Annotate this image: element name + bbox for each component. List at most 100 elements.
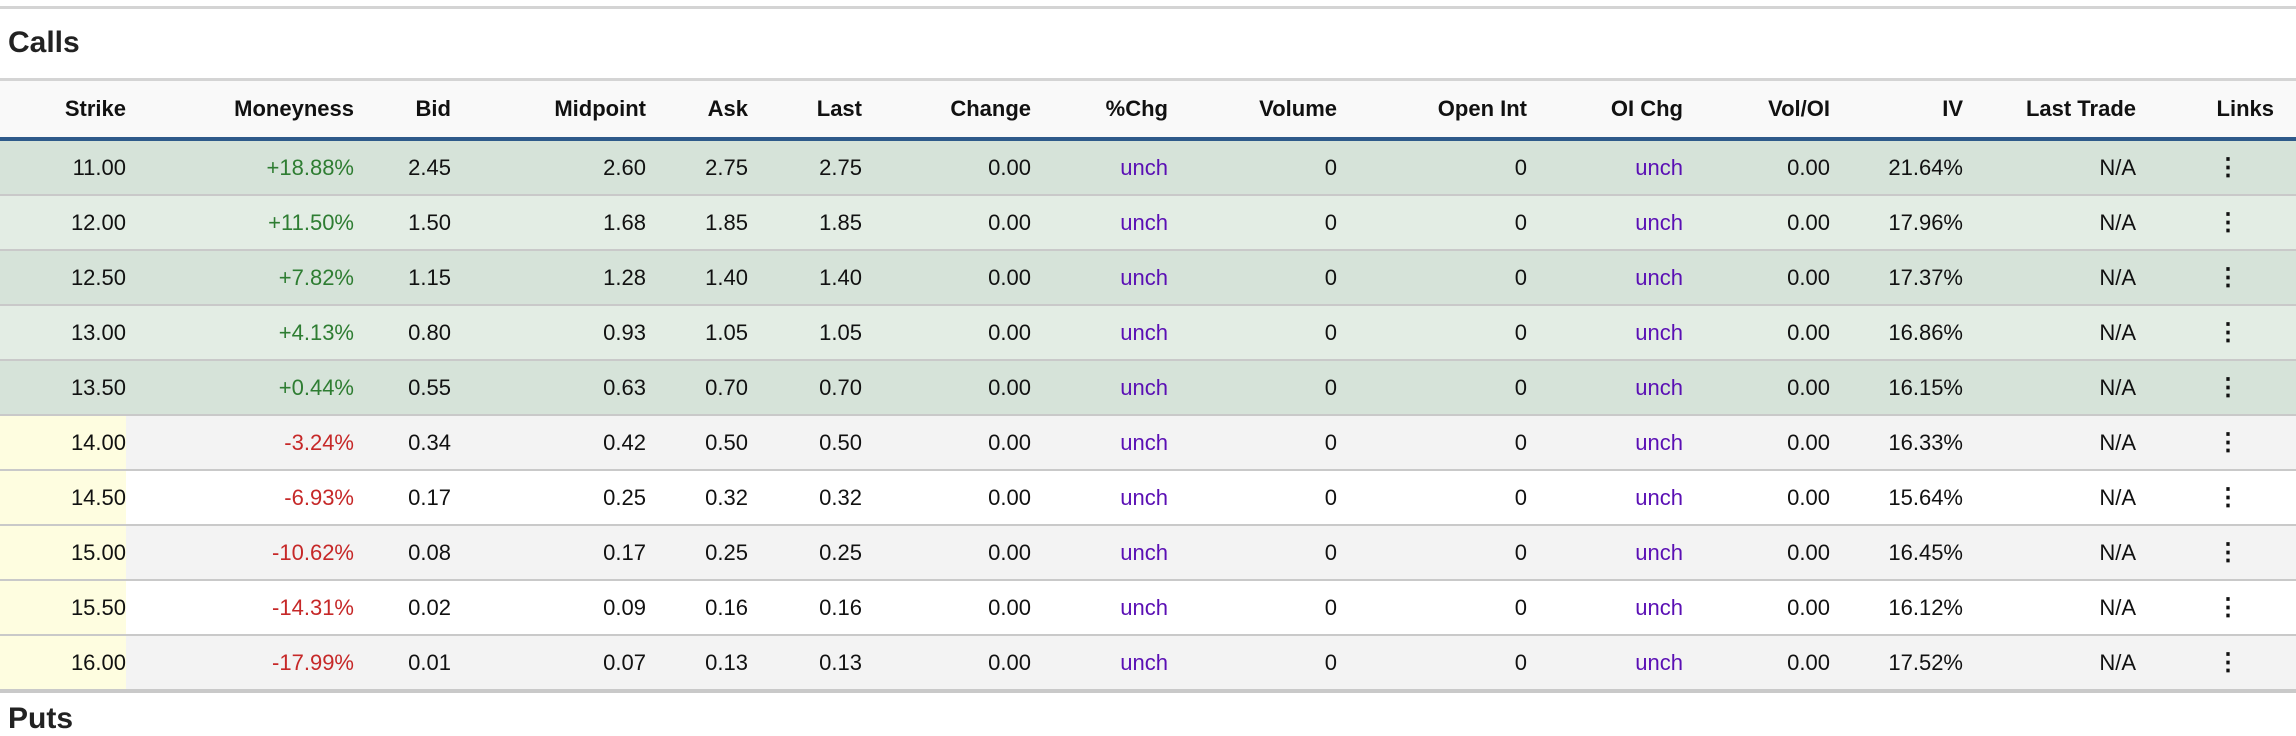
- open-int-cell: 0: [1514, 649, 1527, 675]
- iv-cell: 16.86%: [1888, 319, 1963, 345]
- vol-oi-cell: 0.00: [1787, 209, 1830, 235]
- table-row[interactable]: 15.00 -10.62% 0.08 0.17 0.25 0.25 0.00 unch 0 0 un…: [0, 526, 2296, 581]
- vol-oi-cell: 0.00: [1787, 319, 1830, 345]
- more-vertical-icon[interactable]: ⋮: [2136, 306, 2274, 359]
- strike-cell: 14.00: [0, 416, 126, 469]
- volume-cell: 0: [1324, 319, 1337, 345]
- midpoint-cell: 0.09: [603, 594, 646, 620]
- column-header-open-int[interactable]: Open Int: [1337, 81, 1527, 137]
- pct-change-cell: unch: [1120, 539, 1168, 565]
- more-vertical-icon[interactable]: ⋮: [2136, 416, 2274, 469]
- midpoint-cell: 1.68: [603, 209, 646, 235]
- column-header-pct-change[interactable]: %Chg: [1031, 81, 1168, 137]
- last-cell: 0.25: [819, 539, 862, 565]
- more-vertical-icon[interactable]: ⋮: [2136, 636, 2274, 689]
- more-vertical-icon[interactable]: ⋮: [2136, 471, 2274, 524]
- last-cell: 1.40: [819, 264, 862, 290]
- column-header-last[interactable]: Last: [748, 81, 862, 137]
- last-trade-cell: N/A: [2099, 209, 2136, 235]
- moneyness-cell: +11.50%: [268, 209, 354, 235]
- moneyness-cell: +4.13%: [278, 319, 354, 345]
- column-header-oi-change[interactable]: OI Chg: [1527, 81, 1683, 137]
- vol-oi-cell: 0.00: [1787, 649, 1830, 675]
- strike-cell: 11.00: [72, 154, 126, 180]
- vol-oi-cell: 0.00: [1787, 594, 1830, 620]
- table-row[interactable]: 13.50 +0.44% 0.55 0.63 0.70 0.70 0.00 unch 0 0 unc…: [0, 361, 2296, 416]
- last-trade-cell: N/A: [2099, 484, 2136, 510]
- more-vertical-icon[interactable]: ⋮: [2136, 361, 2274, 414]
- last-trade-cell: N/A: [2099, 539, 2136, 565]
- table-row[interactable]: 14.50 -6.93% 0.17 0.25 0.32 0.32 0.00 unch 0 0 unc…: [0, 471, 2296, 526]
- table-body: 11.00 +18.88% 2.45 2.60 2.75 2.75 0.00 unch 0 0 un…: [0, 141, 2296, 693]
- column-header-moneyness[interactable]: Moneyness: [126, 81, 354, 137]
- column-header-volume[interactable]: Volume: [1168, 81, 1337, 137]
- last-cell: 1.05: [819, 319, 862, 345]
- volume-cell: 0: [1324, 264, 1337, 290]
- table-row[interactable]: 13.00 +4.13% 0.80 0.93 1.05 1.05 0.00 unch 0 0 unc…: [0, 306, 2296, 361]
- open-int-cell: 0: [1514, 594, 1527, 620]
- table-row[interactable]: 12.50 +7.82% 1.15 1.28 1.40 1.40 0.00 unch 0 0 unc…: [0, 251, 2296, 306]
- moneyness-cell: -3.24%: [284, 429, 354, 455]
- vol-oi-cell: 0.00: [1787, 429, 1830, 455]
- ask-cell: 0.70: [705, 374, 748, 400]
- column-header-strike[interactable]: Strike: [0, 81, 126, 137]
- pct-change-cell: unch: [1120, 154, 1168, 180]
- options-table: Strike Moneyness Bid Midpoint Ask Last Change%…: [0, 78, 2296, 693]
- pct-change-cell: unch: [1120, 594, 1168, 620]
- moneyness-cell: -10.62%: [272, 539, 354, 565]
- more-vertical-icon[interactable]: ⋮: [2136, 581, 2274, 634]
- strike-cell: 14.50: [0, 471, 126, 524]
- open-int-cell: 0: [1514, 264, 1527, 290]
- ask-cell: 1.85: [705, 209, 748, 235]
- open-int-cell: 0: [1514, 319, 1527, 345]
- midpoint-cell: 0.17: [603, 539, 646, 565]
- iv-cell: 16.45%: [1888, 539, 1963, 565]
- column-header-last-trade[interactable]: Last Trade: [1963, 81, 2136, 137]
- volume-cell: 0: [1324, 649, 1337, 675]
- column-header-midpoint[interactable]: Midpoint: [451, 81, 646, 137]
- midpoint-cell: 0.07: [603, 649, 646, 675]
- last-trade-cell: N/A: [2099, 374, 2136, 400]
- column-header-change[interactable]: Change: [862, 81, 1031, 137]
- ask-cell: 0.13: [705, 649, 748, 675]
- last-cell: 0.32: [819, 484, 862, 510]
- bid-cell: 0.02: [408, 594, 451, 620]
- table-row[interactable]: 12.00 +11.50% 1.50 1.68 1.85 1.85 0.00 unch 0 0 un…: [0, 196, 2296, 251]
- bid-cell: 0.80: [408, 319, 451, 345]
- more-vertical-icon[interactable]: ⋮: [2136, 141, 2274, 194]
- table-row[interactable]: 11.00 +18.88% 2.45 2.60 2.75 2.75 0.00 unch 0 0 un…: [0, 141, 2296, 196]
- pct-change-cell: unch: [1120, 429, 1168, 455]
- table-row[interactable]: 16.00 -17.99% 0.01 0.07 0.13 0.13 0.00 unch 0 0 un…: [0, 636, 2296, 693]
- midpoint-cell: 0.25: [603, 484, 646, 510]
- column-header-bid[interactable]: Bid: [354, 81, 451, 137]
- moneyness-cell: -17.99%: [272, 649, 354, 675]
- next-section-title: Puts: [8, 702, 74, 735]
- moneyness-cell: +0.44%: [278, 374, 354, 400]
- last-cell: 0.16: [819, 594, 862, 620]
- volume-cell: 0: [1324, 209, 1337, 235]
- moneyness-cell: -6.93%: [284, 484, 354, 510]
- bid-cell: 1.50: [408, 209, 451, 235]
- volume-cell: 0: [1324, 539, 1337, 565]
- column-header-vol-oi[interactable]: Vol/OI: [1683, 81, 1830, 137]
- more-vertical-icon[interactable]: ⋮: [2136, 251, 2274, 304]
- oi-change-cell: unch: [1635, 539, 1683, 565]
- column-header-links[interactable]: Links: [2136, 81, 2274, 137]
- vol-oi-cell: 0.00: [1787, 374, 1830, 400]
- volume-cell: 0: [1324, 154, 1337, 180]
- midpoint-cell: 1.28: [603, 264, 646, 290]
- more-vertical-icon[interactable]: ⋮: [2136, 526, 2274, 579]
- change-cell: 0.00: [988, 374, 1031, 400]
- column-header-ask[interactable]: Ask: [646, 81, 748, 137]
- iv-cell: 16.33%: [1888, 429, 1963, 455]
- moneyness-cell: +7.82%: [278, 264, 354, 290]
- last-cell: 1.85: [819, 209, 862, 235]
- column-header-iv[interactable]: IV: [1830, 81, 1963, 137]
- strike-cell: 13.00: [70, 319, 126, 345]
- iv-cell: 16.12%: [1888, 594, 1963, 620]
- more-vertical-icon[interactable]: ⋮: [2136, 196, 2274, 249]
- change-cell: 0.00: [988, 264, 1031, 290]
- top-divider: [0, 6, 2296, 9]
- table-row[interactable]: 15.50 -14.31% 0.02 0.09 0.16 0.16 0.00 unch 0 0 un…: [0, 581, 2296, 636]
- table-row[interactable]: 14.00 -3.24% 0.34 0.42 0.50 0.50 0.00 unch 0 0 unc…: [0, 416, 2296, 471]
